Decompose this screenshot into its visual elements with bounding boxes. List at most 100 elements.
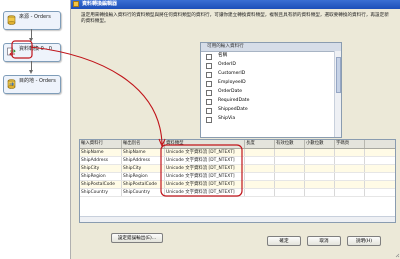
ok-button[interactable]: 確定 [267,236,301,246]
cell-data-type[interactable]: Unicode 文字資料流 [DT_NTEXT] [165,165,245,172]
cell-input-column[interactable]: ShipRegion [80,173,122,180]
resize-grip-icon[interactable] [395,253,400,258]
cell-code-page[interactable] [335,173,365,180]
column-checkbox[interactable] [206,71,212,78]
cell-precision[interactable] [275,157,305,164]
column-checkbox[interactable] [206,107,212,114]
cell-scale[interactable] [305,157,335,164]
scrollbar-thumb[interactable] [336,57,341,93]
cell-scale[interactable] [305,181,335,188]
column-checkbox[interactable] [206,89,212,96]
grid-header-length[interactable]: 長度 [245,140,275,148]
cell-data-type[interactable]: Unicode 文字資料流 [DT_NTEXT] [165,189,245,196]
flow-node-label: 目的地 - Orders [19,78,56,84]
cell-output-alias[interactable]: ShipName [122,149,165,156]
horizontal-scrollbar[interactable] [80,216,395,222]
cancel-button[interactable]: 取消 [307,236,341,246]
cell-data-type[interactable]: Unicode 文字資料流 [DT_NTEXT] [165,157,245,164]
cell-output-alias[interactable]: ShipAddress [122,157,165,164]
cell-data-type[interactable]: Unicode 文字資料流 [DT_NTEXT] [165,181,245,188]
cell-code-page[interactable] [335,181,365,188]
cell-length[interactable] [245,165,275,172]
cell-output-alias[interactable]: ShipCity [122,165,165,172]
cell-precision[interactable] [275,173,305,180]
cell-input-column[interactable]: ShipCountry [80,189,122,196]
input-column-label: RequiredDate [218,98,250,103]
flow-node-label: 資料轉換 0 - 0 [19,46,52,52]
cell-scale[interactable] [305,149,335,156]
column-checkbox[interactable] [206,62,212,69]
input-column-item[interactable]: RequiredDate [201,97,261,105]
data-flow-canvas: 來源 - Orders 資料轉換 0 - 0 目的地 - Orders [0,0,70,259]
grid-header-data-type[interactable]: 資料類型 [165,140,245,148]
input-column-label: OrderID [218,62,236,67]
column-checkbox[interactable] [206,53,212,60]
column-checkbox[interactable] [206,116,212,123]
input-column-label: ShippedDate [218,107,248,112]
cell-scale[interactable] [305,165,335,172]
cell-length[interactable] [245,173,275,180]
help-button[interactable]: 說明(H) [347,236,381,246]
grid-header-row: 輸入資料行 輸出別名 資料類型 長度 有效位數 小數位數 字碼頁 [80,140,395,149]
input-column-item[interactable]: EmployeeID [201,79,261,87]
cell-scale[interactable] [305,189,335,196]
cell-length[interactable] [245,189,275,196]
column-checkbox[interactable] [206,98,212,105]
grid-row[interactable]: ShipAddress ShipAddress Unicode 文字資料流 [D… [80,157,395,165]
conversion-grid: 輸入資料行 輸出別名 資料類型 長度 有效位數 小數位數 字碼頁 ShipNam… [79,139,396,223]
cell-input-column[interactable]: ShipCity [80,165,122,172]
cell-input-column[interactable]: ShipName [80,149,122,156]
flow-node-source[interactable]: 來源 - Orders [3,11,61,30]
cell-length[interactable] [245,181,275,188]
dialog-app-icon [73,1,79,7]
cell-length[interactable] [245,157,275,164]
vertical-scrollbar[interactable] [334,51,341,137]
input-column-item[interactable]: CustomerID [201,70,261,78]
grid-row[interactable]: ShipPostalCode ShipPostalCode Unicode 文字… [80,181,395,189]
grid-header-precision[interactable]: 有效位數 [275,140,305,148]
input-column-item[interactable]: 名稱 [201,52,261,60]
input-column-item[interactable]: OrderDate [201,88,261,96]
input-column-item[interactable]: OrderID [201,61,261,69]
flow-node-transform[interactable]: 資料轉換 0 - 0 [3,43,61,62]
cell-code-page[interactable] [335,157,365,164]
cell-precision[interactable] [275,165,305,172]
cell-data-type[interactable]: Unicode 文字資料流 [DT_NTEXT] [165,149,245,156]
flow-node-destination[interactable]: 目的地 - Orders [3,75,61,94]
input-column-item[interactable]: ShippedDate [201,106,261,114]
cell-precision[interactable] [275,181,305,188]
grid-header-scale[interactable]: 小數位數 [305,140,335,148]
input-columns-header: 可用的輸入資料行 [201,43,341,52]
available-input-columns-list: 可用的輸入資料行 名稱 OrderID CustomerID EmployeeI… [200,42,342,138]
cell-output-alias[interactable]: ShipCountry [122,189,165,196]
grid-row[interactable]: ShipRegion ShipRegion Unicode 文字資料流 [DT_… [80,173,395,181]
configure-error-output-button[interactable]: 設定錯誤輸出(E)... [111,233,163,243]
input-columns-header-label: 可用的輸入資料行 [207,44,244,49]
data-conversion-editor-dialog: 資料轉換編輯器 設定用來轉換輸入資料行的資料類型與將任何資料類型的資料行，可讓你… [70,0,400,259]
input-column-label: OrderDate [218,89,243,94]
cell-precision[interactable] [275,189,305,196]
grid-row[interactable]: ShipCountry ShipCountry Unicode 文字資料流 [D… [80,189,395,197]
column-checkbox[interactable] [206,80,212,87]
cell-input-column[interactable]: ShipPostalCode [80,181,122,188]
cell-output-alias[interactable]: ShipPostalCode [122,181,165,188]
cell-data-type[interactable]: Unicode 文字資料流 [DT_NTEXT] [165,173,245,180]
input-column-item[interactable]: ShipVia [201,115,261,123]
input-column-label: ShipVia [218,116,236,121]
dialog-titlebar[interactable]: 資料轉換編輯器 [71,0,400,9]
input-column-label: CustomerID [218,71,246,76]
grid-row[interactable]: ShipCity ShipCity Unicode 文字資料流 [DT_NTEX… [80,165,395,173]
cell-scale[interactable] [305,173,335,180]
grid-row[interactable]: ShipName ShipName Unicode 文字資料流 [DT_NTEX… [80,149,395,157]
cell-precision[interactable] [275,149,305,156]
grid-header-code-page[interactable]: 字碼頁 [335,140,365,148]
data-conversion-icon [7,47,16,56]
cell-input-column[interactable]: ShipAddress [80,157,122,164]
cell-code-page[interactable] [335,165,365,172]
cell-length[interactable] [245,149,275,156]
grid-header-input-column[interactable]: 輸入資料行 [80,140,122,148]
grid-header-output-alias[interactable]: 輸出別名 [122,140,165,148]
cell-output-alias[interactable]: ShipRegion [122,173,165,180]
cell-code-page[interactable] [335,149,365,156]
cell-code-page[interactable] [335,189,365,196]
